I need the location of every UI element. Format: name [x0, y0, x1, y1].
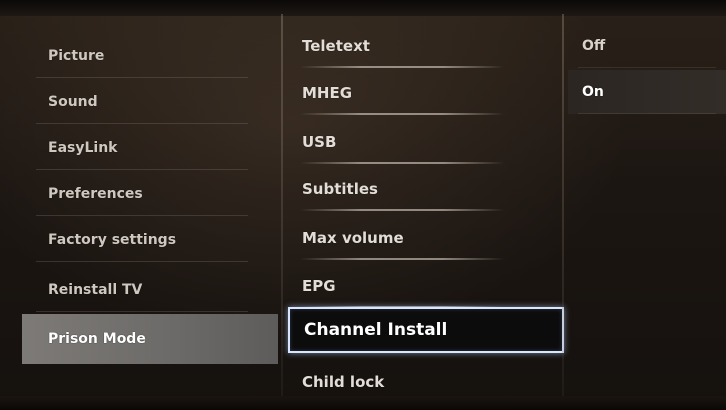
menu-item-label: Sound — [48, 94, 98, 110]
menu-item-label: Reinstall TV — [48, 282, 143, 298]
option-item-label: Subtitles — [302, 180, 378, 198]
tv-bezel-top — [0, 0, 726, 16]
menu-item-label: Factory settings — [48, 232, 177, 248]
menu-item-label: EasyLink — [48, 140, 118, 156]
option-item-epg[interactable]: EPG — [288, 264, 564, 308]
tv-bezel-bottom — [0, 396, 726, 410]
option-item-label: Channel Install — [304, 320, 448, 340]
option-item-usb[interactable]: USB — [288, 120, 564, 164]
option-item-label: Child lock — [302, 373, 385, 391]
option-item-teletext[interactable]: Teletext — [288, 24, 564, 68]
option-item-label: EPG — [302, 277, 336, 295]
menu-item-label: Preferences — [48, 186, 143, 202]
menu-item-preferences[interactable]: Preferences — [22, 172, 278, 216]
value-item-label: Off — [582, 38, 606, 54]
column-divider-right — [562, 14, 564, 400]
menu-item-reinstall-tv[interactable]: Reinstall TV — [22, 268, 278, 312]
option-item-channel-install[interactable]: Channel Install — [288, 307, 564, 353]
menu-item-easylink[interactable]: EasyLink — [22, 126, 278, 170]
option-item-label: USB — [302, 133, 337, 151]
menu-item-prison-mode[interactable]: Prison Mode — [22, 314, 278, 364]
option-item-subtitles[interactable]: Subtitles — [288, 167, 564, 211]
menu-item-picture[interactable]: Picture — [22, 34, 278, 78]
option-item-label: MHEG — [302, 84, 353, 102]
column-divider-left — [281, 14, 283, 400]
option-item-mheg[interactable]: MHEG — [288, 71, 564, 115]
tv-screen: Picture Sound EasyLink Preferences Facto… — [0, 0, 726, 410]
value-item-label: On — [582, 84, 604, 100]
menu-item-factory-settings[interactable]: Factory settings — [22, 218, 278, 262]
option-item-label: Teletext — [302, 37, 370, 55]
menu-item-sound[interactable]: Sound — [22, 80, 278, 124]
option-item-max-volume[interactable]: Max volume — [288, 216, 564, 260]
menu-item-label: Prison Mode — [48, 331, 146, 347]
menu-item-label: Picture — [48, 48, 105, 64]
value-item-off[interactable]: Off — [568, 24, 726, 68]
option-item-label: Max volume — [302, 229, 404, 247]
value-item-on[interactable]: On — [568, 70, 726, 114]
